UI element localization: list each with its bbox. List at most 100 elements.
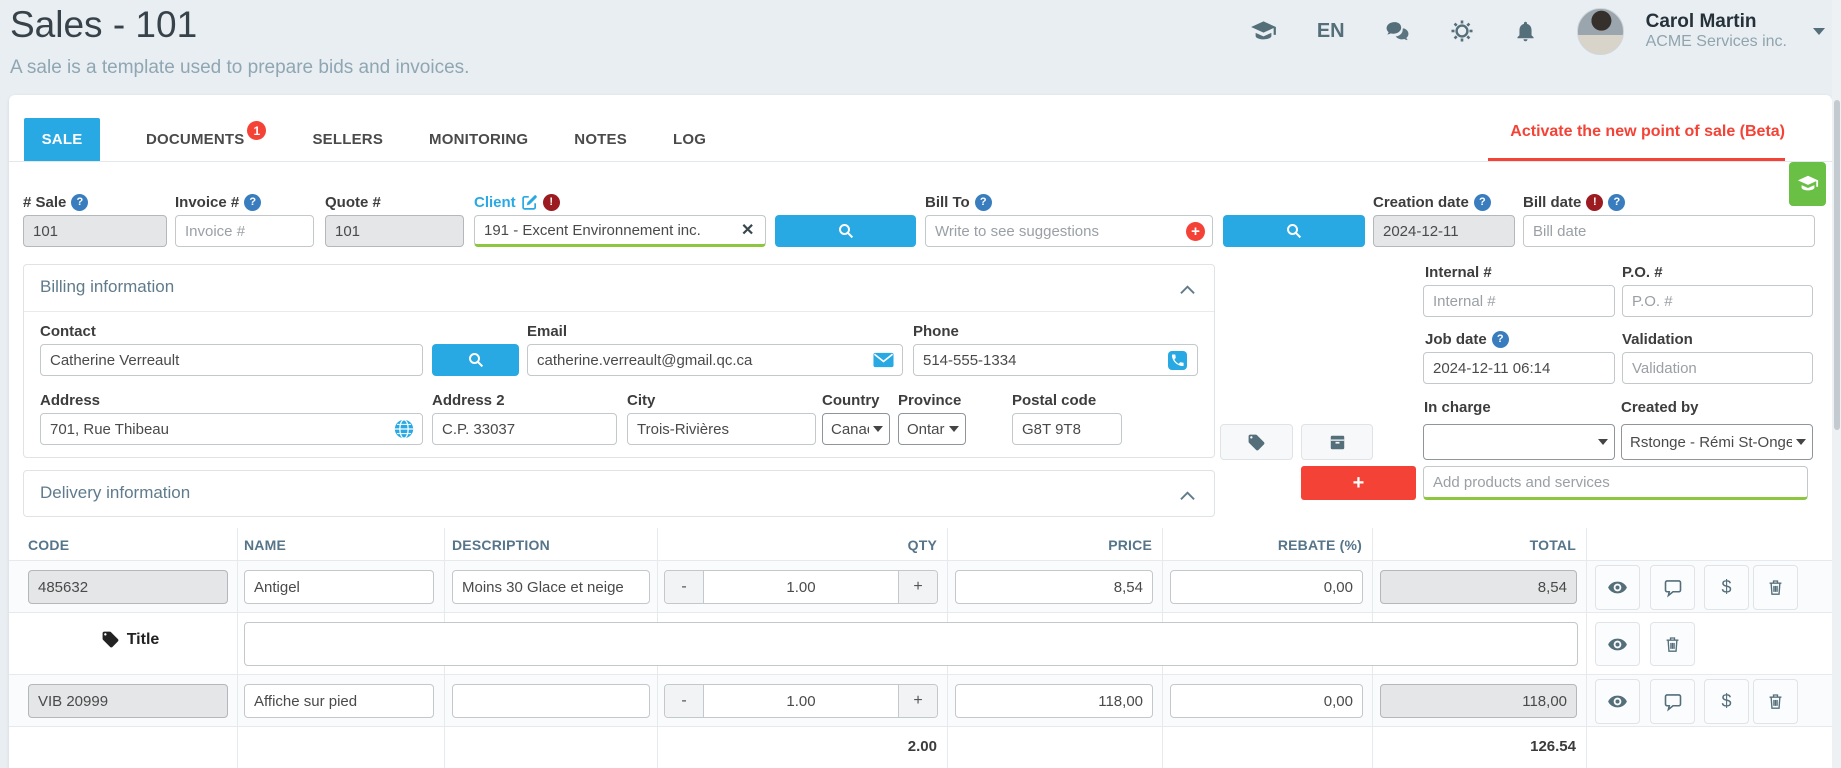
- qty-minus-button[interactable]: -: [665, 571, 703, 603]
- col-header-code: CODE: [28, 537, 69, 553]
- scrollbar-thumb[interactable]: [1834, 100, 1840, 430]
- edit-client-icon[interactable]: [521, 194, 538, 211]
- add-bill-to-icon[interactable]: +: [1186, 222, 1205, 241]
- row-price-input[interactable]: [955, 684, 1153, 718]
- job-date-label: Job date?: [1425, 330, 1509, 348]
- tab-sale[interactable]: SALE: [24, 118, 100, 161]
- user-menu-caret-icon[interactable]: [1813, 28, 1825, 35]
- qty-minus-button[interactable]: -: [665, 685, 703, 717]
- qty-input[interactable]: [703, 685, 899, 717]
- internal-number-label: Internal #: [1425, 263, 1492, 281]
- qty-input[interactable]: [703, 571, 899, 603]
- qty-plus-button[interactable]: +: [899, 571, 937, 603]
- phone-label: Phone: [913, 322, 959, 340]
- user-menu[interactable]: Carol Martin ACME Services inc.: [1646, 11, 1787, 51]
- row-name-input[interactable]: [244, 684, 434, 718]
- collapse-billing-icon[interactable]: [1180, 282, 1195, 300]
- user-name: Carol Martin: [1646, 11, 1787, 33]
- add-product-button[interactable]: +: [1301, 466, 1416, 500]
- address2-label: Address 2: [432, 391, 505, 409]
- eye-icon: [1607, 577, 1628, 598]
- tab-notes[interactable]: NOTES: [574, 118, 627, 161]
- notifications-bell-icon[interactable]: [1514, 20, 1537, 43]
- help-icon[interactable]: ?: [71, 194, 88, 211]
- quote-number-input: [325, 215, 464, 247]
- title-row-input[interactable]: [244, 622, 1578, 666]
- in-charge-select[interactable]: [1423, 424, 1615, 460]
- row-view-button[interactable]: [1595, 679, 1640, 724]
- collapse-delivery-icon[interactable]: [1180, 488, 1195, 506]
- required-icon: !: [543, 194, 560, 211]
- title-view-button[interactable]: [1595, 622, 1640, 666]
- archive-button[interactable]: [1301, 424, 1373, 460]
- row-name-input[interactable]: [244, 570, 434, 604]
- qty-total: 2.00: [657, 738, 937, 755]
- qty-plus-button[interactable]: +: [899, 685, 937, 717]
- postal-code-input[interactable]: [1012, 413, 1122, 445]
- title-delete-button[interactable]: [1650, 622, 1695, 666]
- city-input[interactable]: [627, 413, 816, 445]
- user-avatar[interactable]: [1577, 8, 1624, 55]
- bill-date-input[interactable]: [1523, 215, 1815, 247]
- row-view-button[interactable]: [1595, 565, 1640, 610]
- tags-button[interactable]: [1220, 424, 1293, 460]
- help-icon[interactable]: ?: [1492, 331, 1509, 348]
- messages-icon[interactable]: [1385, 19, 1410, 44]
- address2-input[interactable]: [432, 413, 617, 445]
- row-delete-button[interactable]: [1753, 679, 1798, 724]
- row-comment-button[interactable]: [1650, 679, 1695, 724]
- row-description-input[interactable]: [452, 570, 650, 604]
- contact-input[interactable]: [40, 344, 423, 376]
- country-select[interactable]: Canada: [822, 413, 890, 445]
- row-description-input[interactable]: [452, 684, 650, 718]
- bill-to-search-button[interactable]: [1223, 215, 1365, 247]
- row-comment-button[interactable]: [1650, 565, 1695, 610]
- row-delete-button[interactable]: [1753, 565, 1798, 610]
- help-icon[interactable]: ?: [1474, 194, 1491, 211]
- created-by-select[interactable]: Rstonge - Rémi St-Onge: [1621, 424, 1813, 460]
- row-price-button[interactable]: $: [1704, 565, 1749, 610]
- add-products-input[interactable]: [1423, 466, 1808, 500]
- billing-section-title: Billing information: [40, 277, 174, 297]
- row-total-input: [1380, 684, 1577, 718]
- in-charge-label: In charge: [1424, 398, 1491, 416]
- academy-icon[interactable]: [1250, 18, 1277, 45]
- created-by-select-wrap: Rstonge - Rémi St-Onge: [1621, 424, 1813, 460]
- tab-monitoring[interactable]: MONITORING: [429, 118, 528, 161]
- invoice-number-input[interactable]: [175, 215, 314, 247]
- client-search-button[interactable]: [775, 215, 916, 247]
- validation-input[interactable]: [1622, 352, 1813, 384]
- country-label: Country: [822, 391, 880, 409]
- contact-search-button[interactable]: [432, 344, 519, 376]
- help-icon[interactable]: ?: [1608, 194, 1625, 211]
- help-icon[interactable]: ?: [975, 194, 992, 211]
- settings-gear-icon[interactable]: [1450, 19, 1474, 43]
- phone-input[interactable]: [913, 344, 1198, 376]
- tab-log[interactable]: LOG: [673, 118, 706, 161]
- search-icon: [1285, 222, 1303, 240]
- clear-client-icon[interactable]: ✕: [741, 223, 754, 239]
- required-icon: !: [1586, 194, 1603, 211]
- activate-pos-link[interactable]: Activate the new point of sale (Beta): [1488, 123, 1785, 141]
- trash-icon: [1766, 578, 1785, 597]
- job-date-input[interactable]: [1423, 352, 1615, 384]
- row-rebate-input[interactable]: [1170, 684, 1363, 718]
- tutorial-button[interactable]: [1789, 162, 1826, 206]
- province-select[interactable]: Ontario: [898, 413, 966, 445]
- in-charge-select-wrap: [1423, 424, 1615, 460]
- tab-sellers[interactable]: SELLERS: [312, 118, 383, 161]
- activate-pos-underline: [1488, 158, 1785, 161]
- language-selector[interactable]: EN: [1317, 20, 1345, 43]
- po-number-input[interactable]: [1622, 285, 1813, 317]
- row-price-input[interactable]: [955, 570, 1153, 604]
- tab-documents[interactable]: DOCUMENTS 1: [146, 118, 266, 161]
- client-input[interactable]: [474, 215, 766, 247]
- address-input[interactable]: [40, 413, 423, 445]
- help-icon[interactable]: ?: [244, 194, 261, 211]
- internal-number-input[interactable]: [1423, 285, 1615, 317]
- email-input[interactable]: [527, 344, 903, 376]
- bill-to-input[interactable]: [925, 215, 1213, 247]
- qty-stepper: - +: [664, 684, 938, 718]
- row-rebate-input[interactable]: [1170, 570, 1363, 604]
- row-price-button[interactable]: $: [1704, 679, 1749, 724]
